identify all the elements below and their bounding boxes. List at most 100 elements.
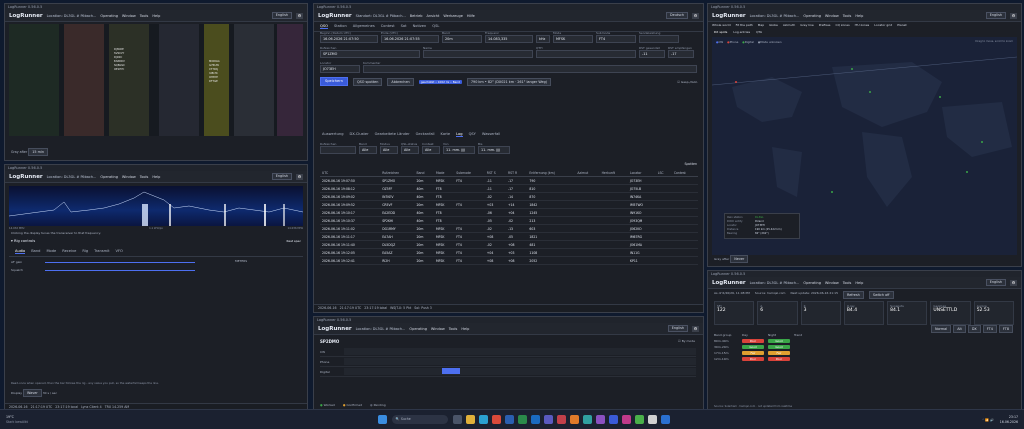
map-canvas[interactable]: ●CW ●Phone ●Digital ●Mode unknown Drag t… [712, 37, 1017, 255]
menu-help[interactable]: Help [152, 14, 160, 18]
location-label[interactable]: Location: DL3GL # Pöbach... [47, 14, 97, 18]
cancel-button[interactable]: Abbrechen [387, 77, 414, 86]
comment-field[interactable] [363, 65, 697, 73]
task-view-icon[interactable] [452, 415, 462, 424]
table-row[interactable]: 2026-06-16 19:10:17 EA2EDD 40m FT8 -06 +04 124… [320, 208, 698, 217]
tab-sat[interactable]: Sat [401, 24, 407, 29]
grid-cell-active[interactable] [442, 368, 460, 374]
filter-band-select[interactable]: Alle [359, 146, 377, 154]
app-icon[interactable] [647, 415, 657, 424]
menu-window[interactable]: Window [825, 281, 839, 285]
map-option[interactable]: Map [758, 23, 764, 27]
app-icon[interactable] [582, 415, 592, 424]
language-select[interactable]: Deutsch [666, 12, 688, 19]
excel-icon[interactable] [517, 415, 527, 424]
squelch-slider[interactable] [45, 269, 195, 271]
filter-from-date[interactable]: 11. mm. jjjj [443, 146, 475, 154]
tab-band[interactable]: Band [31, 249, 40, 254]
by-mode-checkbox[interactable]: ☑ By mode [678, 339, 695, 343]
table-row[interactable]: 2026-06-16 19:11:17 EA7AH 20m MFSK FT4 +08 -05… [320, 232, 698, 241]
tab-log-entries[interactable]: Log entries [733, 30, 750, 34]
language-select[interactable]: English [667, 325, 688, 332]
menu-window[interactable]: Window [825, 14, 839, 18]
weather-widget[interactable]: 19°C Stark bewölkt [0, 415, 66, 425]
table-row[interactable]: 2026-06-16 19:11:02 DG1RMY 20m MFSK FT4 -02 -1… [320, 224, 698, 233]
menu-operating[interactable]: Operating [803, 281, 821, 285]
logrunner-icon[interactable] [608, 415, 618, 424]
filter-call-input[interactable] [320, 146, 356, 154]
location-label[interactable]: Location: DL3GL # Pöbach... [750, 14, 800, 18]
filter-contest-select[interactable]: Alle [422, 146, 440, 154]
tab-notes[interactable]: Notizen [413, 24, 427, 29]
rst-rcvd-field[interactable]: -17 [668, 50, 694, 58]
spotten-button[interactable]: Spotten [685, 162, 697, 166]
language-select[interactable]: English [271, 173, 292, 180]
band-column[interactable] [64, 24, 104, 136]
band-column[interactable] [9, 24, 59, 136]
bandmap-canvas[interactable]: DJ3KDE SV9CVY DJ1NC EA8DDV SQ8GSC OE1EYC… [9, 24, 303, 136]
band-column[interactable] [277, 24, 303, 136]
tab-audio[interactable]: Audio [15, 249, 26, 254]
tab-contest[interactable]: Contest [381, 24, 395, 29]
tab-vfo[interactable]: VFO [116, 249, 123, 254]
tab-general[interactable]: Allgemeines [353, 24, 375, 29]
tx-power-field[interactable] [639, 35, 679, 43]
mode-option[interactable]: Alt [953, 325, 966, 333]
switch-off-button[interactable]: Switch off [868, 291, 894, 299]
search-box[interactable]: 🔍 Suche [391, 415, 448, 424]
location-label[interactable]: Location: DL3GL # Pöbach... [47, 175, 97, 179]
menu-tools[interactable]: Tools [449, 327, 458, 331]
map-option[interactable]: ITU zones [855, 23, 870, 27]
table-row[interactable]: 2026-06-16 19:12:05 EA5AZ 20m MFSK FT4 +04 +03… [320, 248, 698, 257]
spot-label[interactable]: OE1EYC [114, 68, 154, 72]
map-option[interactable]: Planet [897, 23, 906, 27]
waterfall-display[interactable] [9, 186, 303, 226]
menu-help[interactable]: Help [152, 175, 160, 179]
table-row[interactable]: 2026-06-16 19:07:50 SP1ZMO 20m MFSK FT4 -11 -1… [320, 176, 698, 185]
submode-select[interactable]: FT4 [596, 35, 636, 43]
menu-operating[interactable]: Operating [409, 327, 427, 331]
tab-qsl[interactable]: QSL [432, 24, 439, 29]
menu-tools[interactable]: Tools [140, 175, 149, 179]
locator-field[interactable]: JO73EH [320, 65, 360, 73]
spot-label[interactable]: DF7GE [209, 80, 249, 84]
menu-help[interactable]: Help [855, 14, 863, 18]
gear-icon[interactable]: ⚙ [1010, 279, 1017, 286]
menu-tools[interactable]: Tools [140, 14, 149, 18]
callsign-field[interactable]: SP1ZMO [320, 50, 420, 58]
gear-icon[interactable]: ⚙ [1010, 12, 1017, 19]
tab-log[interactable]: Log [456, 132, 463, 137]
menu-tools[interactable]: Tools [843, 14, 852, 18]
table-row[interactable]: 2026-06-16 19:10:37 SP2KHI 40m FT8 -05 -02 213… [320, 216, 698, 225]
gray-after-select[interactable]: 15 min [28, 148, 48, 156]
map-option[interactable]: Prefixes [819, 23, 831, 27]
tab-qta[interactable]: QTA [756, 30, 762, 34]
menu-help[interactable]: Help [855, 281, 863, 285]
map-option[interactable]: Locator grid [874, 23, 892, 27]
outlook-icon[interactable] [530, 415, 540, 424]
tab-checkfile[interactable]: Geckanfall [416, 132, 435, 137]
menu-operating[interactable]: Operating [100, 14, 118, 18]
tab-transmit[interactable]: Transmit [94, 249, 109, 254]
app-icon[interactable] [556, 415, 566, 424]
menu-operating[interactable]: Operating [100, 175, 118, 179]
tab-waterfall[interactable]: Wasserfall [482, 132, 500, 137]
tab-map[interactable]: Karte [441, 132, 451, 137]
gear-icon[interactable]: ⚙ [296, 173, 303, 180]
table-row[interactable]: 2026-06-16 19:12:41 RI2H 20m MFSK FT4 +08 +08 2… [320, 256, 698, 265]
clock[interactable]: 23:17 16.06.2026 [1000, 415, 1024, 425]
language-select[interactable]: English [271, 12, 292, 19]
table-row[interactable]: 2026-06-16 19:09:02 IN7KEV 40m FT8 -02 -14 870… [320, 192, 698, 201]
frequency-field[interactable]: 14.083,335 [485, 35, 533, 43]
band-column[interactable] [159, 24, 199, 136]
app-icon[interactable] [621, 415, 631, 424]
qth-field[interactable] [536, 50, 636, 58]
map-option[interactable]: CQ zones [836, 23, 850, 27]
menu-ansicht[interactable]: Ansicht [426, 14, 439, 18]
tab-qsy[interactable]: QSY [469, 132, 476, 137]
menu-werkzeuge[interactable]: Werkzeuge [443, 14, 462, 18]
gear-icon[interactable]: ⚙ [692, 325, 699, 332]
tab-analysis[interactable]: Auswertung [322, 132, 343, 137]
mode-select[interactable]: MFSK [553, 35, 593, 43]
menu-window[interactable]: Window [431, 327, 445, 331]
